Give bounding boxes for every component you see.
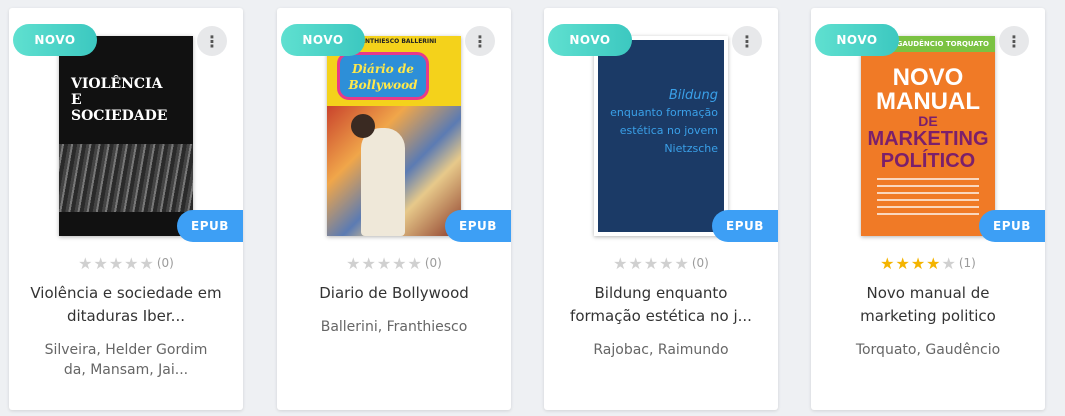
star-rating: ★★★★★ (1) <box>811 254 1045 273</box>
book-author: Ballerini, Franthiesco <box>320 319 468 335</box>
more-options-button[interactable]: ⋮ <box>197 26 227 56</box>
star-icon: ★ <box>346 254 362 273</box>
book-author: Torquato, Gaudêncio <box>855 342 1001 358</box>
cover-title: VIOLÊNCIA E SOCIEDADE <box>71 76 168 124</box>
star-icon: ★ <box>361 254 377 273</box>
book-author: Silveira, Helder Gordim da, Mansam, Jai.… <box>44 342 208 378</box>
star-icon: ★ <box>926 254 942 273</box>
more-options-button[interactable]: ⋮ <box>732 26 762 56</box>
more-options-button[interactable]: ⋮ <box>999 26 1029 56</box>
book-title[interactable]: Violência e sociedade em ditaduras Iber.… <box>23 282 229 328</box>
new-badge: NOVO <box>548 24 632 56</box>
rating-count: (0) <box>424 256 442 270</box>
star-icon: ★ <box>659 254 675 273</box>
star-rating: ★★★★★ (0) <box>544 254 778 273</box>
new-badge: NOVO <box>815 24 899 56</box>
cover-title-line: NOVO <box>892 64 964 91</box>
star-rating: ★★★★★ (0) <box>277 254 511 273</box>
book-title[interactable]: Bildung enquanto formação estética no j.… <box>558 282 764 328</box>
cover-title-line: estética no jovem <box>619 124 718 137</box>
more-vertical-icon: ⋮ <box>472 31 488 51</box>
cover-title-line: MARKETING <box>867 128 989 150</box>
book-author: Rajobac, Raimundo <box>593 342 729 358</box>
star-rating: ★★★★★ (0) <box>9 254 243 273</box>
cover-title-line: DE <box>918 113 938 129</box>
more-options-button[interactable]: ⋮ <box>465 26 495 56</box>
star-icon: ★ <box>407 254 423 273</box>
cover-logo: Diário de Bollywood <box>337 52 429 100</box>
star-icon: ★ <box>124 254 140 273</box>
format-badge: EPUB <box>177 210 243 242</box>
cover-bullets <box>877 178 979 216</box>
rating-count: (1) <box>958 256 976 270</box>
more-vertical-icon: ⋮ <box>1006 31 1022 51</box>
book-cover[interactable]: VIOLÊNCIA E SOCIEDADE <box>59 36 193 236</box>
star-icon: ★ <box>78 254 94 273</box>
cover-title-line: MANUAL <box>876 88 980 115</box>
rating-count: (0) <box>691 256 709 270</box>
rating-count: (0) <box>156 256 174 270</box>
cover-figure <box>361 128 405 236</box>
book-card[interactable]: NOVO ⋮ GAUDÊNCIO TORQUATO NOVO MANUAL DE… <box>811 8 1045 410</box>
book-title[interactable]: Diario de Bollywood <box>291 282 497 305</box>
format-badge: EPUB <box>712 210 778 242</box>
star-icon: ★ <box>895 254 911 273</box>
star-icon: ★ <box>941 254 957 273</box>
star-icon: ★ <box>674 254 690 273</box>
star-icon: ★ <box>108 254 125 273</box>
more-vertical-icon: ⋮ <box>204 31 220 51</box>
new-badge: NOVO <box>281 24 365 56</box>
star-icon: ★ <box>628 254 644 273</box>
star-icon: ★ <box>880 254 896 273</box>
star-icon: ★ <box>93 254 109 273</box>
book-card[interactable]: NOVO ⋮ FRANTHIESCO BALLERINI Diário de B… <box>277 8 511 410</box>
book-card[interactable]: NOVO ⋮ VIOLÊNCIA E SOCIEDADE EPUB ★★★★★(… <box>9 8 243 410</box>
cover-title-line: enquanto formação <box>610 106 718 119</box>
format-badge: EPUB <box>445 210 511 242</box>
star-icon: ★ <box>139 254 155 273</box>
cover-figure-head <box>351 114 375 138</box>
star-icon: ★ <box>613 254 629 273</box>
book-cover[interactable]: GAUDÊNCIO TORQUATO NOVO MANUAL DE MARKET… <box>861 36 995 236</box>
book-cover[interactable]: Bildung enquanto formação estética no jo… <box>594 36 728 236</box>
star-icon: ★ <box>392 254 408 273</box>
new-badge: NOVO <box>13 24 97 56</box>
book-title[interactable]: Novo manual de marketing politico <box>825 282 1031 328</box>
book-cover[interactable]: FRANTHIESCO BALLERINI Diário de Bollywoo… <box>327 36 461 236</box>
cover-title-line: Bildung <box>668 88 718 103</box>
more-vertical-icon: ⋮ <box>739 31 755 51</box>
star-icon: ★ <box>376 254 393 273</box>
star-icon: ★ <box>910 254 927 273</box>
format-badge: EPUB <box>979 210 1045 242</box>
cover-photo <box>59 144 193 212</box>
cover-title-line: Nietzsche <box>664 142 718 155</box>
cover-title-line: POLÍTICO <box>880 150 976 172</box>
star-icon: ★ <box>643 254 660 273</box>
book-card[interactable]: NOVO ⋮ Bildung enquanto formação estétic… <box>544 8 778 410</box>
